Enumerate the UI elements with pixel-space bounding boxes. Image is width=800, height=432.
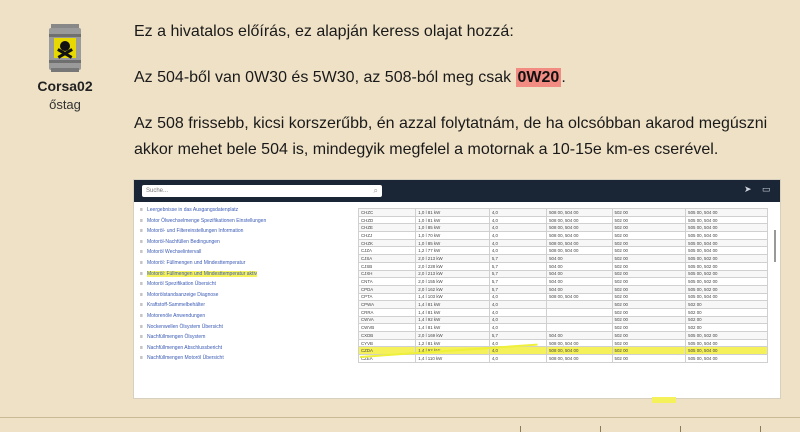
table-row: CWVB 1,4 l 81 kW 4,0 502 00 502 00 [357, 323, 768, 332]
screenshot-toolbar: Suche... ⌕ ➤ ▭ [134, 180, 780, 202]
table-row: CYVB 1,2 l 81 kW 4,0 508 00, 504 00 502 00 50… [357, 338, 768, 348]
table-row: CPWA 1,4 l 81 kW 4,0 502 00 502 00 [357, 300, 768, 309]
table-row: CJXH 2,0 l 213 kW 5,7 504 00 502 00 505 00, 5… [357, 269, 768, 279]
screenshot-search-placeholder: Suche... [146, 188, 169, 194]
send-icon: ➤ [744, 184, 752, 194]
table-row: CHZK 1,0 l 85 kW 4,0 508 00, 504 00 502 00 50… [357, 238, 768, 248]
table-row: CXDB 2,0 l 169 kW 5,7 504 00 502 00 505 00, 5… [357, 331, 768, 340]
table-row: CHZJ 1,0 l 70 kW 4,0 508 00, 504 00 502 00 50… [357, 231, 768, 240]
table-row: CJSB 2,0 l 228 kW 5,7 504 00 502 00 505 00, 5… [357, 261, 768, 271]
oil-spec-table: CHZC 1,0 l 81 kW 4,0 508 00, 504 00 502 00 50… [357, 208, 768, 363]
highlight-mark [652, 397, 676, 403]
table-row: CHZE 1,0 l 85 kW 4,0 508 00, 504 00 502 00 50… [357, 223, 768, 233]
paragraph-2-end: . [561, 69, 566, 86]
table-row: CJZA 1,2 l 77 kW 4,0 508 00, 504 00 502 00 50… [357, 246, 768, 256]
user-rank: őstag [49, 97, 81, 112]
table-row: CPDA 2,0 l 162 kW 5,7 504 00 502 00 505 00, 5… [357, 284, 768, 294]
table-row: CHZC 1,0 l 81 kW 4,0 508 00, 504 00 502 00 50… [357, 208, 768, 217]
table-row: CWVA 1,4 l 92 kW 4,0 502 00 502 00 [357, 315, 768, 325]
screenshot-nav-list: Leergebnisse in das AusgangsdatenplatzMo… [140, 207, 350, 367]
post-paragraph-2: Az 504-ből van 0W30 és 5W30, az 508-ból … [134, 65, 784, 91]
forum-post: Corsa02 őstag Ez a hivatalos előírás, ez… [0, 0, 800, 420]
table-row: CPTA 1,4 l 103 kW 4,0 508 00, 504 00 502 00 5… [357, 292, 768, 302]
table-row: CNTA 2,0 l 155 kW 5,7 504 00 502 00 505 00, 5… [357, 277, 768, 286]
table-row: CZEA 1,4 l 110 kW 4,0 508 00, 504 00 502 00 5… [357, 354, 768, 363]
highlighted-oil-grade: 0W20 [515, 68, 562, 87]
table-row: CJSA 2,0 l 213 kW 5,7 504 00 502 00 505 00, 5… [357, 254, 768, 263]
paragraph-2-text: Az 504-ből van 0W30 és 5W30, az 508-ból … [134, 69, 516, 86]
embedded-screenshot[interactable]: Suche... ⌕ ➤ ▭ Leergebnisse in das Ausga… [134, 180, 780, 398]
screenshot-nav-item: Motoröl: Füllmengen und Mindesttemperatu… [140, 260, 350, 272]
toxic-barrel-avatar[interactable] [48, 24, 82, 72]
username[interactable]: Corsa02 [30, 78, 100, 94]
post-paragraph-1: Ez a hivatalos előírás, ez alapján keres… [134, 23, 514, 40]
post-paragraph-3: Az 508 frissebb, kicsi korszerűbb, én az… [134, 115, 768, 158]
next-post-edge [0, 426, 800, 432]
chat-icon: ▭ [762, 184, 771, 194]
screenshot-scrollbar [774, 230, 776, 262]
screenshot-search-box: Suche... ⌕ [142, 185, 382, 197]
search-icon: ⌕ [373, 186, 378, 195]
table-row: CRRA 1,4 l 81 kW 4,0 502 00 502 00 [357, 307, 768, 317]
table-row: CHZD 1,0 l 81 kW 4,0 508 00, 504 00 502 00 50… [357, 215, 768, 225]
post-divider [0, 417, 800, 418]
screenshot-nav-item: Nachfüllmengen Motoröl Übersicht [140, 356, 350, 367]
